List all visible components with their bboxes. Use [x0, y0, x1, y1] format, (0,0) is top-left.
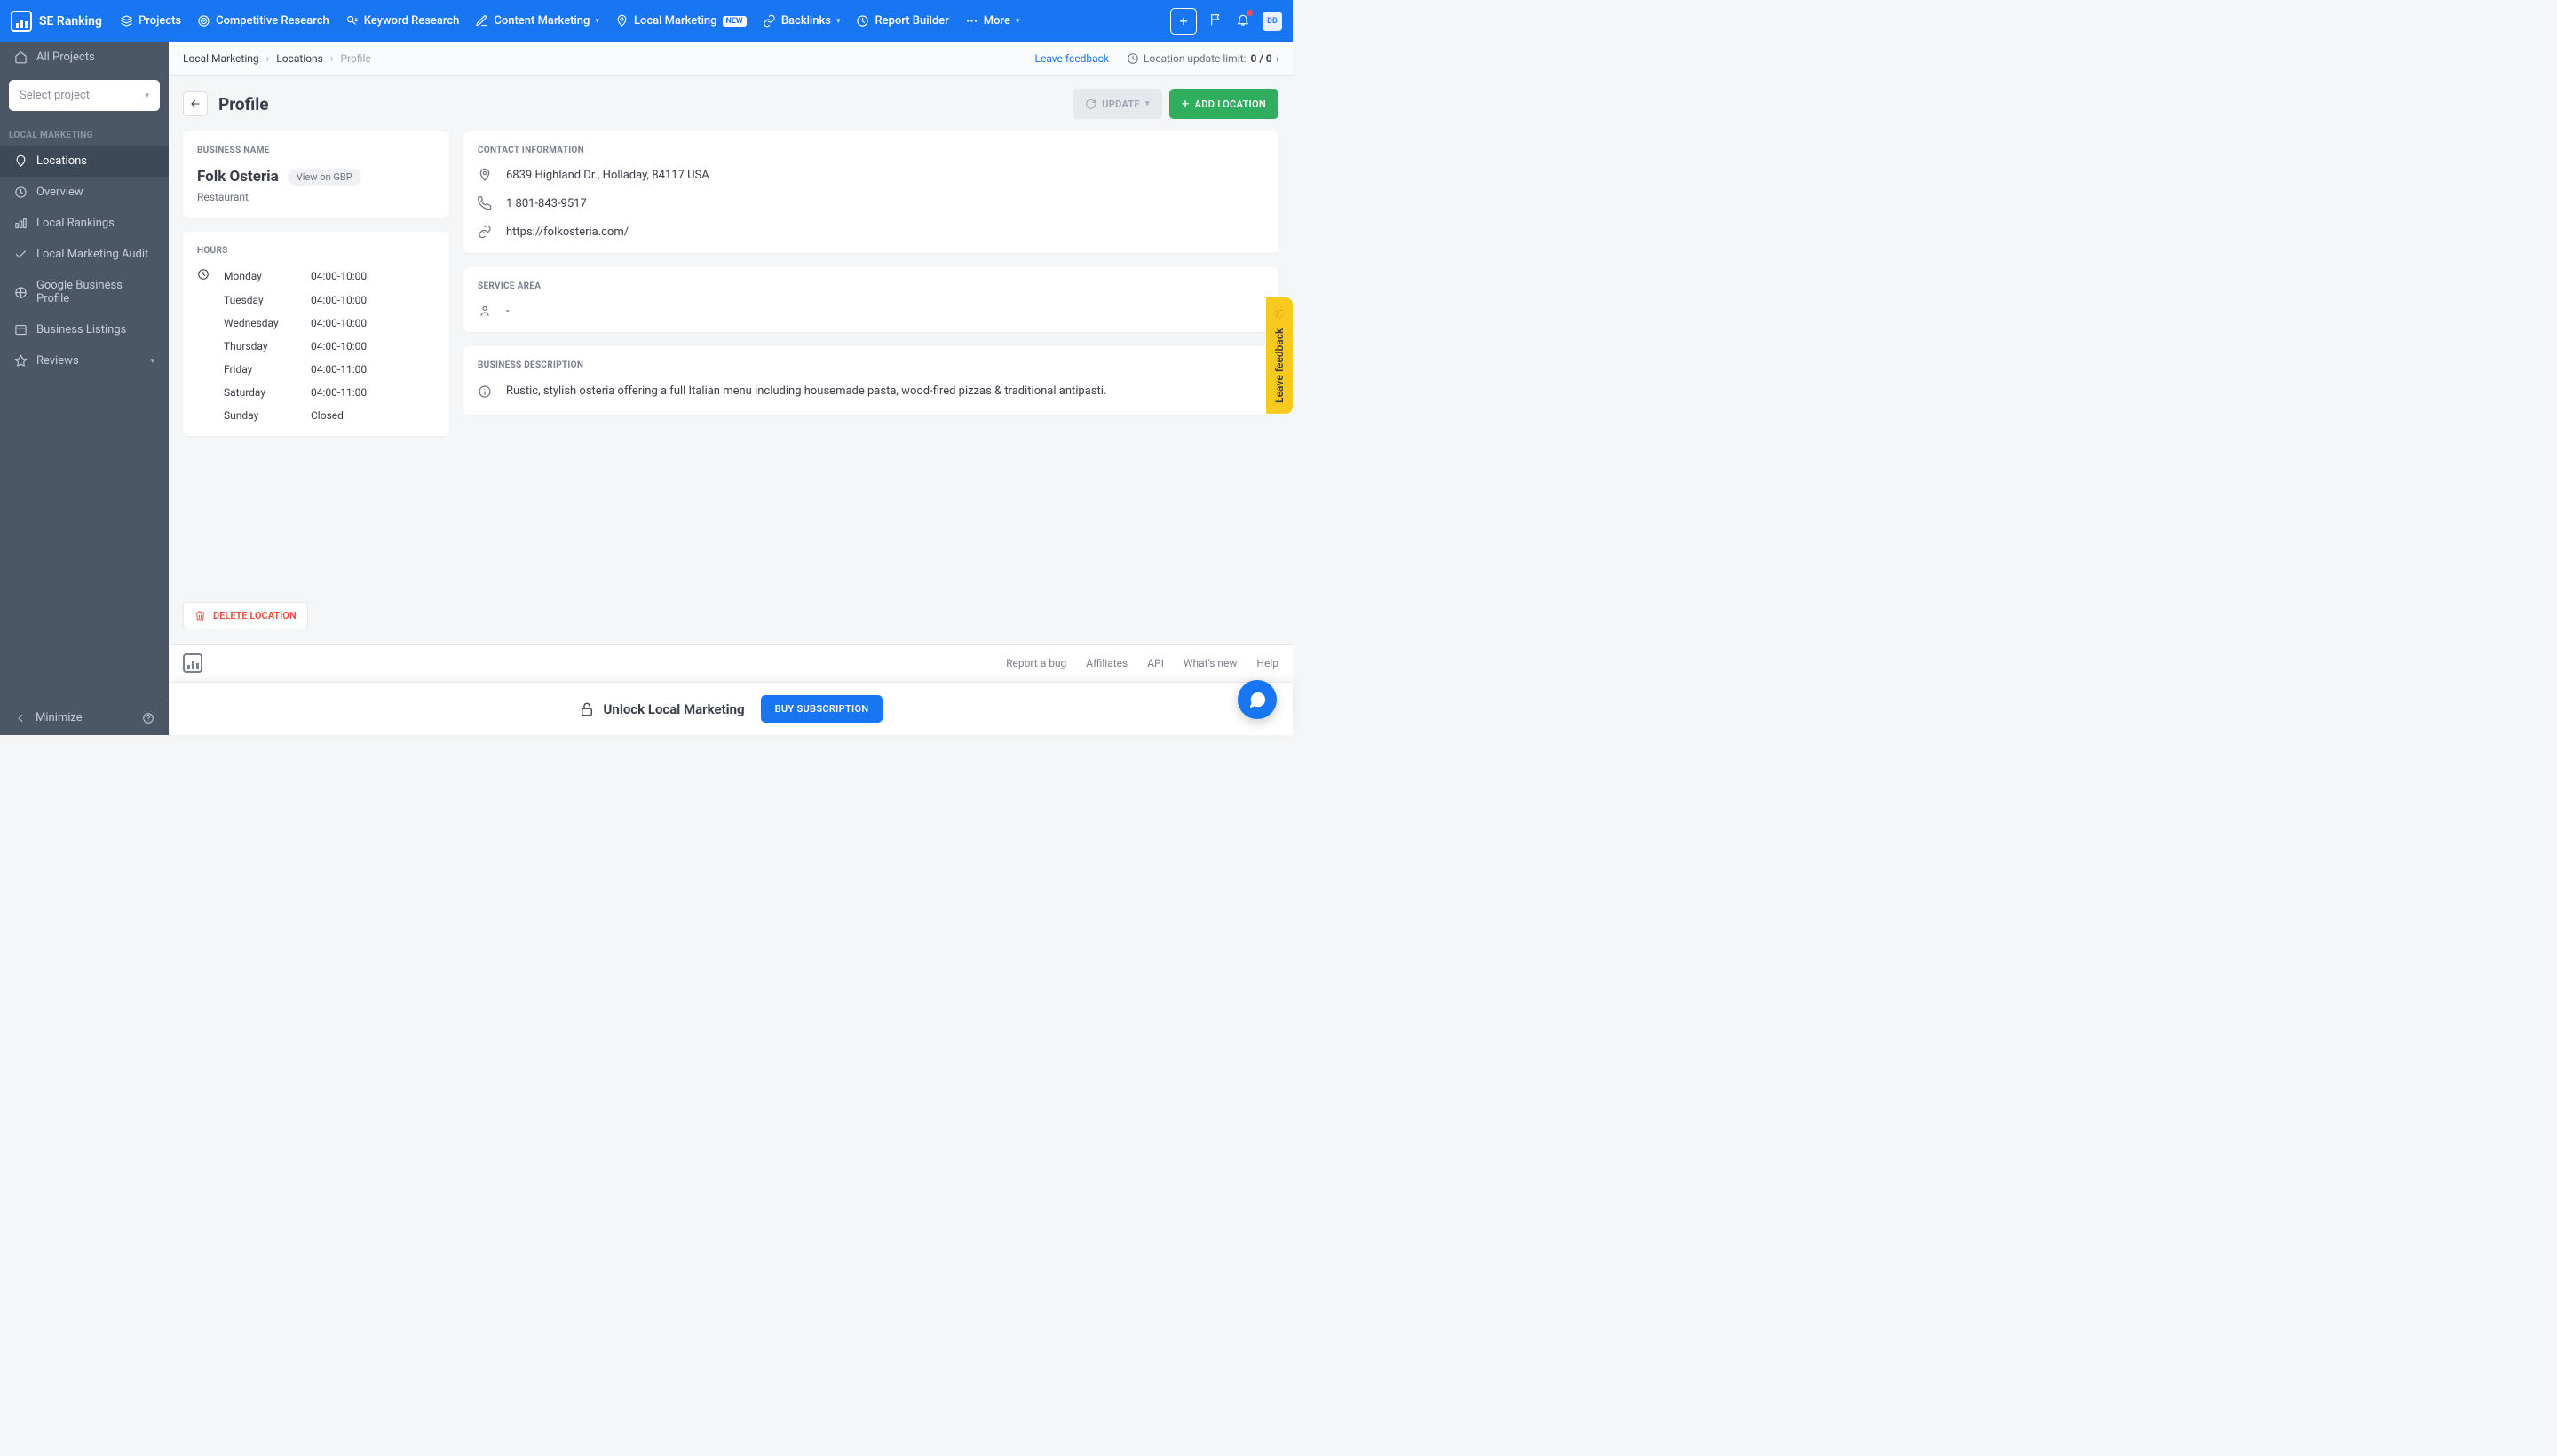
hours-row: Tuesday04:00-10:00	[197, 294, 435, 306]
nav-backlinks[interactable]: Backlinks▾	[763, 14, 841, 28]
business-name-card: BUSINESS NAME Folk Osteria View on GBP R…	[183, 131, 449, 218]
chevron-down-icon: ▾	[836, 17, 841, 26]
service-area-card: SERVICE AREA -	[463, 267, 1278, 332]
project-select[interactable]: Select project▾	[9, 80, 160, 111]
user-avatar[interactable]: DD	[1263, 12, 1282, 31]
chevron-down-icon: ▾	[150, 357, 154, 366]
sidebar-item-overview[interactable]: Overview	[0, 177, 169, 208]
brand-logo[interactable]: SE Ranking	[11, 11, 102, 32]
hours-row: Friday04:00-11:00	[197, 363, 435, 376]
crumb-locations[interactable]: Locations	[276, 52, 323, 65]
contact-card: CONTACT INFORMATION 6839 Highland Dr., H…	[463, 131, 1278, 253]
top-header: SE Ranking Projects Competitive Research…	[0, 0, 1293, 42]
nav-report[interactable]: Report Builder	[856, 14, 948, 28]
logo-icon	[11, 11, 32, 32]
chevron-down-icon: ▾	[145, 91, 149, 100]
sidebar-item-listings[interactable]: Business Listings	[0, 314, 169, 345]
page-title: Profile	[218, 94, 269, 115]
add-location-button[interactable]: +ADD LOCATION	[1169, 89, 1278, 119]
sidebar-item-reviews[interactable]: Reviews▾	[0, 345, 169, 376]
business-name: Folk Osteria	[197, 168, 279, 186]
chevron-down-icon: ▾	[1016, 17, 1020, 26]
sidebar-item-rankings[interactable]: Local Rankings	[0, 208, 169, 239]
notifications-button[interactable]	[1236, 12, 1250, 30]
update-limit: Location update limit:0 / 0i	[1127, 52, 1278, 65]
address-row: 6839 Highland Dr., Holladay, 84117 USA	[478, 168, 1264, 182]
main-nav: Projects Competitive Research Keyword Re…	[120, 14, 1170, 28]
crumb-local[interactable]: Local Marketing	[183, 52, 259, 65]
business-category: Restaurant	[197, 191, 435, 203]
url-row: https://folkosteria.com/	[478, 225, 1264, 239]
footer-api[interactable]: API	[1147, 657, 1164, 669]
header-right: + DD	[1170, 8, 1282, 35]
buy-subscription-button[interactable]: BUY SUBSCRIPTION	[761, 695, 883, 723]
link-icon	[478, 225, 492, 239]
new-badge: NEW	[723, 16, 747, 27]
nav-local[interactable]: Local MarketingNEW	[615, 14, 747, 28]
sidebar-section-label: LOCAL MARKETING	[0, 118, 169, 146]
view-gbp-link[interactable]: View on GBP	[288, 169, 361, 186]
minimize-button[interactable]: Minimize	[14, 711, 83, 724]
clock-icon	[197, 268, 210, 281]
sidebar-all-projects[interactable]: All Projects	[0, 42, 169, 73]
page-title-row: Profile UPDATE▾ +ADD LOCATION	[169, 76, 1293, 131]
add-button[interactable]: +	[1170, 8, 1197, 35]
nav-projects[interactable]: Projects	[120, 14, 181, 28]
breadcrumb: Local Marketing› Locations› Profile	[183, 52, 371, 65]
footer-whatsnew[interactable]: What's new	[1184, 657, 1238, 669]
phone-icon	[478, 196, 492, 210]
hours-row: Thursday04:00-10:00	[197, 340, 435, 352]
business-description: Rustic, stylish osteria offering a full …	[506, 383, 1106, 400]
sidebar-item-audit[interactable]: Local Marketing Audit	[0, 239, 169, 270]
sidebar: All Projects Select project▾ LOCAL MARKE…	[0, 42, 169, 735]
sidebar-footer: Minimize	[0, 700, 169, 735]
brand-name: SE Ranking	[39, 14, 102, 28]
chevron-down-icon: ▾	[595, 17, 599, 26]
service-area-value: -	[506, 305, 510, 318]
side-feedback-tab[interactable]: Leave feedback👍	[1266, 297, 1293, 414]
page-footer: Report a bug Affiliates API What's new H…	[169, 644, 1293, 682]
unlock-icon	[579, 701, 595, 717]
main-content: Local Marketing› Locations› Profile Leav…	[169, 42, 1293, 735]
update-button[interactable]: UPDATE▾	[1073, 89, 1162, 119]
hours-card: HOURS Monday04:00-10:00 Tuesday04:00-10:…	[183, 232, 449, 436]
info-icon	[478, 384, 492, 399]
sidebar-item-gbp[interactable]: Google Business Profile	[0, 270, 169, 314]
flag-icon[interactable]	[1209, 12, 1223, 30]
unlock-bar: Unlock Local Marketing BUY SUBSCRIPTION	[169, 682, 1293, 735]
back-button[interactable]	[183, 91, 208, 116]
pin-icon	[478, 168, 492, 182]
hours-row: Saturday04:00-11:00	[197, 386, 435, 399]
nav-keyword[interactable]: Keyword Research	[345, 14, 460, 28]
nav-more[interactable]: More▾	[965, 14, 1020, 28]
delete-location-button[interactable]: DELETE LOCATION	[183, 602, 308, 629]
footer-affiliates[interactable]: Affiliates	[1086, 657, 1128, 669]
nav-content[interactable]: Content Marketing▾	[475, 14, 599, 28]
chat-fab[interactable]	[1238, 680, 1277, 719]
hours-row: SundayClosed	[197, 409, 435, 422]
leave-feedback-link[interactable]: Leave feedback	[1035, 52, 1110, 65]
footer-logo-icon	[183, 653, 202, 673]
sidebar-item-locations[interactable]: Locations	[0, 146, 169, 177]
breadcrumb-bar: Local Marketing› Locations› Profile Leav…	[169, 42, 1293, 76]
help-icon[interactable]	[142, 712, 154, 724]
description-card: BUSINESS DESCRIPTION Rustic, stylish ost…	[463, 346, 1278, 415]
hours-row: Monday04:00-10:00	[197, 268, 435, 283]
nav-competitive[interactable]: Competitive Research	[197, 14, 329, 28]
notification-dot	[1247, 10, 1253, 16]
footer-bug[interactable]: Report a bug	[1006, 657, 1066, 669]
user-pin-icon	[478, 304, 492, 318]
phone-row: 1 801-843-9517	[478, 196, 1264, 210]
footer-help[interactable]: Help	[1256, 657, 1278, 669]
crumb-current: Profile	[340, 52, 370, 65]
hours-row: Wednesday04:00-10:00	[197, 317, 435, 329]
